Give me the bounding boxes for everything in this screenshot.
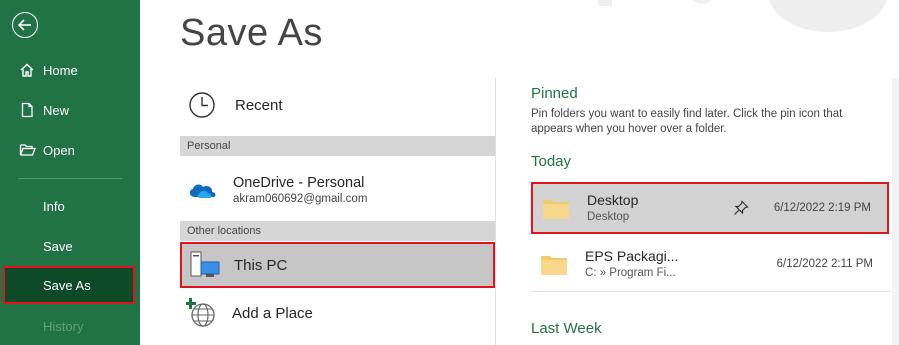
new-document-icon bbox=[18, 101, 36, 119]
section-other-locations: Other locations bbox=[180, 221, 495, 241]
nav-new-label: New bbox=[43, 102, 70, 118]
open-folder-icon bbox=[18, 141, 36, 159]
sidebar-divider bbox=[18, 178, 122, 179]
decor-shape bbox=[768, 0, 888, 32]
section-personal: Personal bbox=[180, 136, 495, 156]
folder-date: 6/12/2022 2:11 PM bbox=[776, 258, 873, 270]
nav-open-label: Open bbox=[43, 142, 75, 158]
location-add-place[interactable]: Add a Place bbox=[180, 294, 495, 332]
back-button[interactable] bbox=[12, 12, 38, 38]
nav-info-label: Info bbox=[43, 198, 65, 214]
folder-path: Desktop bbox=[587, 211, 630, 223]
folder-name: Desktop bbox=[587, 192, 639, 208]
location-add-place-label: Add a Place bbox=[232, 304, 313, 322]
folder-icon bbox=[542, 196, 570, 225]
nav-new[interactable]: New bbox=[0, 93, 140, 127]
nav-history: History bbox=[0, 309, 140, 343]
decor-shape bbox=[690, 0, 714, 4]
onedrive-email: akram060692@gmail.com bbox=[233, 193, 368, 205]
nav-home[interactable]: Home bbox=[0, 53, 140, 87]
nav-save-label: Save bbox=[43, 238, 73, 254]
clock-icon bbox=[185, 88, 219, 122]
last-week-heading: Last Week bbox=[531, 320, 602, 337]
nav-save[interactable]: Save bbox=[0, 229, 140, 263]
row-divider bbox=[531, 291, 891, 292]
home-icon bbox=[18, 61, 36, 79]
location-recent-label: Recent bbox=[235, 96, 283, 114]
location-onedrive[interactable]: OneDrive - Personal akram060692@gmail.co… bbox=[180, 168, 495, 212]
computer-icon bbox=[187, 248, 221, 282]
folder-name: EPS Packagi... bbox=[585, 248, 679, 264]
folder-icon bbox=[540, 252, 568, 281]
nav-save-as-label: Save As bbox=[43, 277, 91, 293]
today-heading: Today bbox=[531, 153, 572, 170]
backstage-sidebar: Home New Open Info Save Save As History bbox=[0, 0, 140, 345]
folder-row-desktop[interactable]: Desktop Desktop 6/12/2022 2:19 PM bbox=[531, 182, 889, 234]
scrollbar[interactable] bbox=[892, 78, 899, 345]
onedrive-name: OneDrive - Personal bbox=[233, 175, 365, 191]
location-recent[interactable]: Recent bbox=[180, 86, 495, 124]
nav-save-as[interactable]: Save As bbox=[3, 266, 135, 304]
folder-path: C: » Program Fi... bbox=[585, 267, 676, 279]
add-globe-icon bbox=[185, 296, 219, 330]
pin-icon[interactable] bbox=[733, 200, 749, 221]
page-title: Save As bbox=[180, 12, 323, 54]
location-this-pc[interactable]: This PC bbox=[180, 242, 495, 288]
nav-info[interactable]: Info bbox=[0, 189, 140, 223]
pinned-description: Pin folders you want to easily find late… bbox=[531, 108, 843, 135]
column-divider bbox=[495, 78, 496, 345]
pinned-heading: Pinned bbox=[531, 85, 578, 102]
back-arrow-icon bbox=[18, 19, 31, 31]
nav-open[interactable]: Open bbox=[0, 133, 140, 167]
decor-shape bbox=[598, 0, 612, 6]
folder-row-eps[interactable]: EPS Packagi... C: » Program Fi... 6/12/2… bbox=[531, 240, 889, 292]
location-this-pc-label: This PC bbox=[234, 256, 288, 274]
nav-history-label: History bbox=[43, 318, 84, 334]
nav-home-label: Home bbox=[43, 62, 78, 78]
onedrive-cloud-icon bbox=[185, 173, 219, 207]
folder-date: 6/12/2022 2:19 PM bbox=[773, 202, 871, 214]
